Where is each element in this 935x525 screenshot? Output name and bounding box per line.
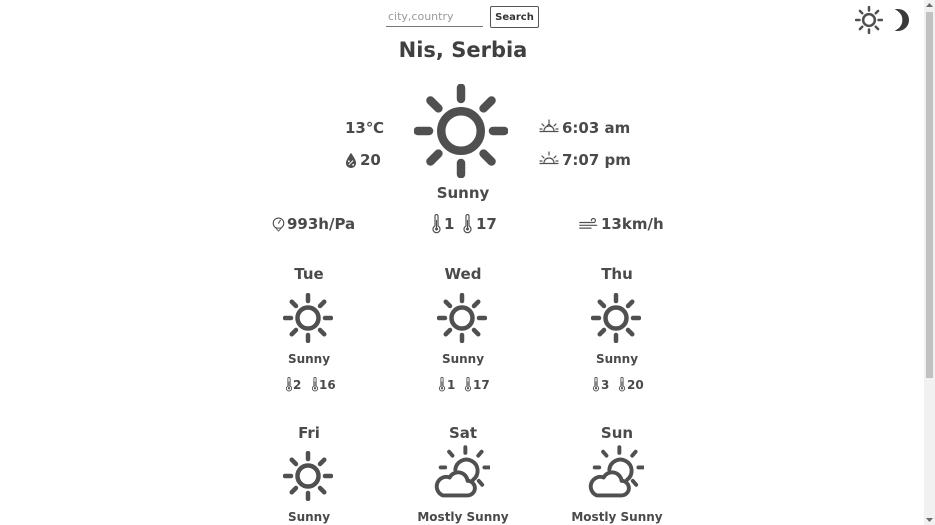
- forecast-day: Wed: [444, 265, 482, 283]
- forecast-condition: Mostly Sunny: [417, 510, 509, 524]
- thermometer-high-icon: [618, 377, 626, 392]
- sun-icon: [283, 451, 333, 501]
- forecast-min: 1: [447, 378, 456, 392]
- forecast-condition: Sunny: [287, 352, 331, 366]
- forecast-max: 16: [319, 378, 336, 392]
- forecast-day: Tue: [294, 265, 324, 283]
- thermometer-low-icon: [285, 377, 293, 392]
- sunset-time: 7:07 pm: [562, 151, 631, 169]
- forecast-day: Fri: [298, 424, 320, 442]
- current-humidity: 20: [360, 151, 381, 169]
- scroll-down-arrow-icon[interactable]: [924, 514, 935, 525]
- current-pressure: 993h/Pa: [287, 215, 356, 233]
- wind-icon: [579, 218, 599, 231]
- forecast-condition: Sunny: [287, 510, 331, 524]
- forecast-day: Thu: [601, 265, 633, 283]
- current-temperature: 13℃: [345, 119, 385, 137]
- forecast-condition: Sunny: [441, 352, 485, 366]
- forecast-condition: Mostly Sunny: [571, 510, 663, 524]
- sun-icon[interactable]: [855, 6, 883, 34]
- location-title: Nis, Serbia: [398, 38, 528, 62]
- forecast-condition: Sunny: [595, 352, 639, 366]
- forecast-min: 3: [601, 378, 610, 392]
- moon-icon[interactable]: [895, 9, 909, 31]
- mostly-sunny-icon: [588, 445, 644, 501]
- sun-icon: [283, 293, 333, 343]
- humidity-icon: [344, 152, 358, 169]
- search-button[interactable]: Search: [490, 6, 539, 28]
- thermometer-high-icon: [464, 377, 472, 392]
- thermometer-high-icon: [462, 214, 473, 234]
- sun-icon: [591, 293, 641, 343]
- sunset-icon: [539, 150, 559, 170]
- forecast-day: Sat: [448, 424, 478, 442]
- sunrise-time: 6:03 am: [562, 119, 631, 137]
- current-weather-sun-icon: [414, 84, 508, 178]
- current-temp-max: 17: [476, 215, 497, 233]
- thermometer-low-icon: [438, 377, 446, 392]
- scrollbar-thumb[interactable]: [926, 12, 933, 378]
- thermometer-high-icon: [311, 377, 319, 392]
- forecast-max: 17: [473, 378, 490, 392]
- search-input[interactable]: [386, 7, 483, 27]
- sun-icon: [437, 293, 487, 343]
- mostly-sunny-icon: [434, 445, 490, 501]
- forecast-min: 2: [293, 378, 302, 392]
- thermometer-low-icon: [431, 214, 442, 234]
- thermometer-low-icon: [592, 377, 600, 392]
- vertical-scrollbar[interactable]: [924, 0, 935, 525]
- sunrise-icon: [539, 118, 559, 138]
- forecast-day: Sun: [600, 424, 634, 442]
- current-condition: Sunny: [436, 184, 490, 202]
- current-temp-min: 1: [444, 215, 455, 233]
- scroll-up-arrow-icon[interactable]: [924, 0, 935, 11]
- forecast-max: 20: [627, 378, 644, 392]
- pressure-gauge-icon: [271, 216, 286, 232]
- current-wind: 13km/h: [601, 215, 664, 233]
